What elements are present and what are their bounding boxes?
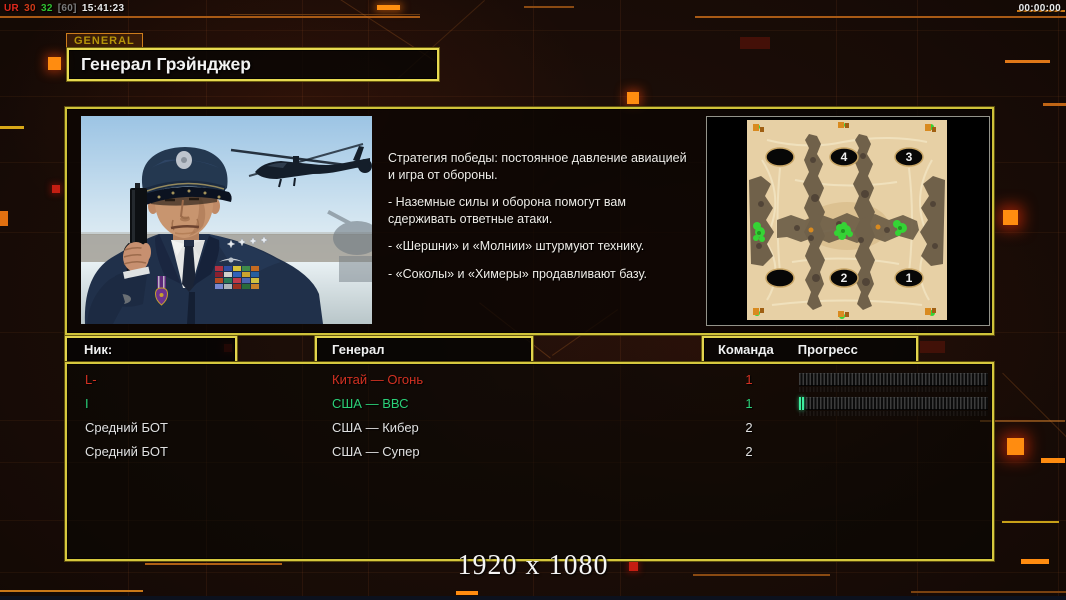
briefing-paragraph: Стратегия победы: постоянное давление ав… bbox=[388, 150, 706, 183]
player-general: Китай — Огонь bbox=[332, 368, 423, 392]
player-nick: Средний БОТ bbox=[85, 440, 168, 464]
player-row: Средний БОТ США — Кибер 2 bbox=[67, 416, 992, 440]
player-general: США — Кибер bbox=[332, 416, 419, 440]
player-row: L- Китай — Огонь 1 bbox=[67, 368, 992, 392]
progress-bar-fill bbox=[799, 397, 804, 410]
debug-clock: 15:41:23 bbox=[82, 3, 124, 14]
debug-label: UR bbox=[4, 3, 19, 14]
match-timer: 00:00:00 bbox=[1019, 3, 1061, 14]
map-preview-box: 4 3 2 1 bbox=[706, 116, 990, 326]
load-progress-bar bbox=[799, 373, 988, 386]
column-header-nick: Ник: bbox=[65, 336, 237, 363]
resolution-watermark: 1920 x 1080 bbox=[458, 550, 609, 582]
general-title-box: Генерал Грэйнджер bbox=[67, 48, 439, 81]
strategy-briefing: Стратегия победы: постоянное давление ав… bbox=[388, 150, 706, 293]
column-header-team-progress: Команда Прогресс bbox=[702, 336, 918, 363]
player-team: 1 bbox=[739, 368, 759, 392]
player-team: 2 bbox=[739, 440, 759, 464]
player-general: США — ВВС bbox=[332, 392, 409, 416]
player-list-panel: L- Китай — Огонь 1 I США — ВВС 1 Средний… bbox=[65, 362, 994, 561]
briefing-paragraph: - Наземные силы и оборона помогут вам сд… bbox=[388, 194, 706, 227]
map-start-position-4: 4 bbox=[841, 150, 848, 164]
player-nick: I bbox=[85, 392, 89, 416]
column-header-team: Команда bbox=[718, 338, 774, 361]
map-preview-image: 4 3 2 1 bbox=[747, 120, 947, 320]
player-general: США — Супер bbox=[332, 440, 420, 464]
map-start-position-1: 1 bbox=[906, 271, 913, 285]
load-progress-bar bbox=[799, 397, 988, 410]
player-nick: L- bbox=[85, 368, 97, 392]
map-start-position-2: 2 bbox=[841, 271, 848, 285]
column-header-progress: Прогресс bbox=[798, 338, 858, 361]
briefing-paragraph: - «Шершни» и «Молнии» штурмуют технику. bbox=[388, 238, 706, 255]
general-tag-label: GENERAL bbox=[66, 33, 143, 49]
page-title: Генерал Грэйнджер bbox=[69, 50, 437, 79]
player-team: 1 bbox=[739, 392, 759, 416]
bottom-strip bbox=[0, 596, 1066, 600]
loading-screen: UR 30 32 [60] 15:41:23 00:00:00 GENERAL … bbox=[0, 0, 1066, 600]
column-header-general: Генерал bbox=[315, 336, 533, 363]
debug-value: [60] bbox=[58, 3, 77, 14]
debug-value: 32 bbox=[41, 3, 53, 14]
general-info-panel: Стратегия победы: постоянное давление ав… bbox=[65, 107, 994, 335]
map-start-position-3: 3 bbox=[906, 150, 913, 164]
portrait-image bbox=[81, 116, 372, 324]
player-row: Средний БОТ США — Супер 2 bbox=[67, 440, 992, 464]
briefing-paragraph: - «Соколы» и «Химеры» продавливают базу. bbox=[388, 266, 706, 283]
player-row: I США — ВВС 1 bbox=[67, 392, 992, 416]
player-nick: Средний БОТ bbox=[85, 416, 168, 440]
general-portrait bbox=[81, 116, 372, 324]
player-team: 2 bbox=[739, 416, 759, 440]
debug-value: 30 bbox=[24, 3, 36, 14]
debug-readout: UR 30 32 [60] 15:41:23 bbox=[4, 3, 126, 14]
